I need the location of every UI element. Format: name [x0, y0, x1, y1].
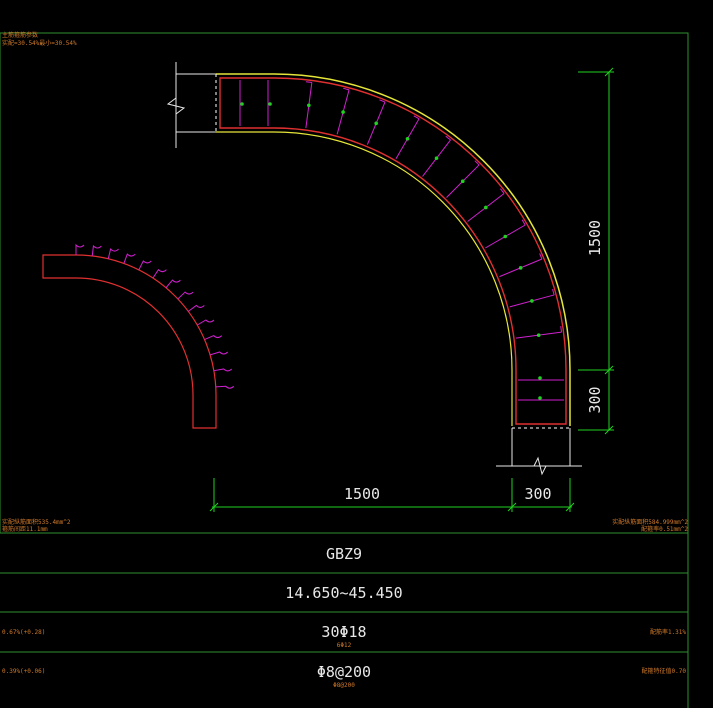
break-line-left — [166, 62, 216, 148]
detail-hook — [209, 351, 229, 356]
note-right-area2: 配箍率0.51mm^2 — [641, 525, 688, 533]
rebar-dot — [536, 333, 541, 337]
stirrup-hook — [552, 289, 555, 296]
wall-section-drawing: 主筋箍筋参数 实配=30.54%最小=30.54% 1500 300 1500 … — [0, 31, 689, 708]
note-left-area: 实配纵筋面积535.4mm^2 — [2, 518, 71, 526]
rebar-dot — [374, 121, 378, 126]
detail-hook — [196, 319, 215, 326]
table-stirrup-right: 配箍特征值0.70 — [642, 667, 687, 675]
rebar-dot — [405, 136, 410, 141]
top-note-2: 实配=30.54%最小=30.54% — [2, 39, 77, 47]
table-longitudinal: 30Φ18 — [321, 623, 366, 641]
detail-hook — [75, 243, 85, 255]
rebar-dot — [268, 102, 272, 106]
rebar-dot — [240, 102, 244, 106]
dim-bottom-1500: 1500 — [344, 485, 380, 503]
dim-right-1500: 1500 — [586, 220, 604, 256]
detail-hook — [138, 260, 152, 271]
detail-hook — [91, 244, 102, 257]
curved-wall-section — [215, 73, 571, 429]
detail-hook — [204, 334, 223, 341]
table-stirrup-left: 0.39%(+0.06) — [2, 668, 45, 675]
rebar-dot — [538, 396, 542, 400]
table-longitudinal-right: 配筋率1.31% — [650, 628, 686, 636]
stirrup-hook — [560, 326, 563, 333]
break-line-bottom — [496, 428, 582, 476]
note-right-area: 实配纵筋面积584.999mm^2 — [612, 518, 688, 526]
rebar-dot — [341, 110, 345, 114]
detail-hook — [187, 304, 205, 312]
hook-group — [75, 243, 235, 389]
table-elevation: 14.650~45.450 — [285, 584, 402, 602]
rebar-detail-sketch — [42, 243, 235, 429]
detail-hook — [213, 368, 233, 372]
dim-right-300: 300 — [586, 386, 604, 413]
rebar-dot — [530, 299, 534, 303]
detail-outline — [42, 254, 217, 429]
rebar-dot — [484, 205, 488, 210]
detail-hook — [107, 248, 119, 259]
detail-hook — [123, 253, 136, 264]
rebar-dot-group — [240, 102, 542, 400]
top-note-1: 主筋箍筋参数 — [2, 31, 38, 39]
rebar-dot — [518, 266, 523, 270]
rebar-dot — [538, 376, 542, 380]
rebar-outline — [219, 77, 567, 425]
rebar-dot — [434, 156, 439, 160]
table-stirrup-sub: Φ8@200 — [333, 682, 355, 689]
outer-edge-line — [216, 73, 571, 426]
note-left-area2: 箍筋间距11.1mm — [2, 525, 48, 533]
detail-hook — [177, 291, 194, 300]
detail-hook — [165, 279, 181, 289]
rebar-dot — [460, 179, 465, 184]
table-id: GBZ9 — [326, 545, 362, 563]
stirrup-hook — [305, 81, 312, 83]
detail-hook — [152, 268, 167, 279]
table-longitudinal-sub: 6Φ12 — [337, 642, 352, 649]
rebar-dot — [503, 234, 508, 239]
rebar-dot — [307, 103, 311, 108]
table-longitudinal-left: 0.67%(+0.28) — [2, 629, 45, 636]
table-stirrup: Φ8@200 — [317, 663, 371, 681]
dim-bottom-300: 300 — [524, 485, 551, 503]
stirrup-hook — [343, 87, 350, 91]
detail-hook — [215, 385, 235, 389]
dimension-lines — [209, 67, 614, 512]
